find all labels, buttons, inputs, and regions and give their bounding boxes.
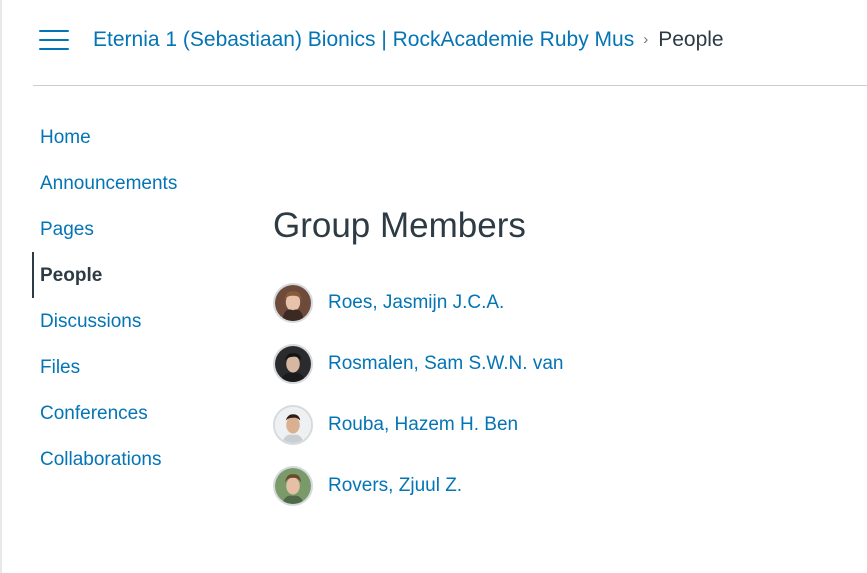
hamburger-line: [39, 30, 69, 32]
user-photo-icon: [275, 345, 311, 382]
avatar[interactable]: [273, 343, 313, 384]
hamburger-menu-icon[interactable]: [39, 28, 71, 52]
user-photo-icon: [275, 406, 311, 443]
sidebar-item-pages[interactable]: Pages: [33, 208, 233, 254]
sidebar-item-people[interactable]: People: [32, 252, 233, 300]
sidebar-item-discussions[interactable]: Discussions: [33, 300, 233, 346]
member-list: Roes, Jasmijn J.C.A. Rosmalen, Sam S.W.N…: [273, 272, 833, 516]
breadcrumb-course-link[interactable]: Eternia 1 (Sebastiaan) Bionics | RockAca…: [93, 28, 634, 51]
page-header: Eternia 1 (Sebastiaan) Bionics | RockAca…: [33, 0, 867, 86]
user-photo-icon: [275, 467, 311, 504]
page-left-border: [0, 0, 2, 573]
page-title: Group Members: [273, 206, 526, 245]
avatar[interactable]: [273, 282, 313, 323]
chevron-right-icon: ›: [643, 31, 649, 48]
member-name-link[interactable]: Rosmalen, Sam S.W.N. van: [328, 353, 563, 375]
main-content: Group Members Roes, Jasmijn J.C.A. Rosma…: [273, 198, 833, 516]
breadcrumb: Eternia 1 (Sebastiaan) Bionics | RockAca…: [93, 26, 724, 54]
sidebar-item-files[interactable]: Files: [33, 346, 233, 392]
avatar[interactable]: [273, 404, 313, 445]
member-name-link[interactable]: Roes, Jasmijn J.C.A.: [328, 292, 504, 314]
sidebar-item-announcements[interactable]: Announcements: [33, 162, 233, 208]
list-item: Rovers, Zjuul Z.: [273, 455, 833, 516]
hamburger-line: [39, 48, 69, 50]
sidebar-item-home[interactable]: Home: [33, 116, 233, 162]
user-photo-icon: [275, 284, 311, 321]
avatar[interactable]: [273, 465, 313, 506]
sidebar-item-collaborations[interactable]: Collaborations: [33, 438, 233, 484]
list-item: Rouba, Hazem H. Ben: [273, 394, 833, 455]
hamburger-line: [39, 39, 69, 41]
list-item: Roes, Jasmijn J.C.A.: [273, 272, 833, 333]
breadcrumb-current: People: [658, 28, 724, 51]
member-name-link[interactable]: Rovers, Zjuul Z.: [328, 475, 462, 497]
list-item: Rosmalen, Sam S.W.N. van: [273, 333, 833, 394]
course-navigation: Home Announcements Pages People Discussi…: [32, 116, 233, 484]
sidebar-item-conferences[interactable]: Conferences: [33, 392, 233, 438]
member-name-link[interactable]: Rouba, Hazem H. Ben: [328, 414, 518, 436]
